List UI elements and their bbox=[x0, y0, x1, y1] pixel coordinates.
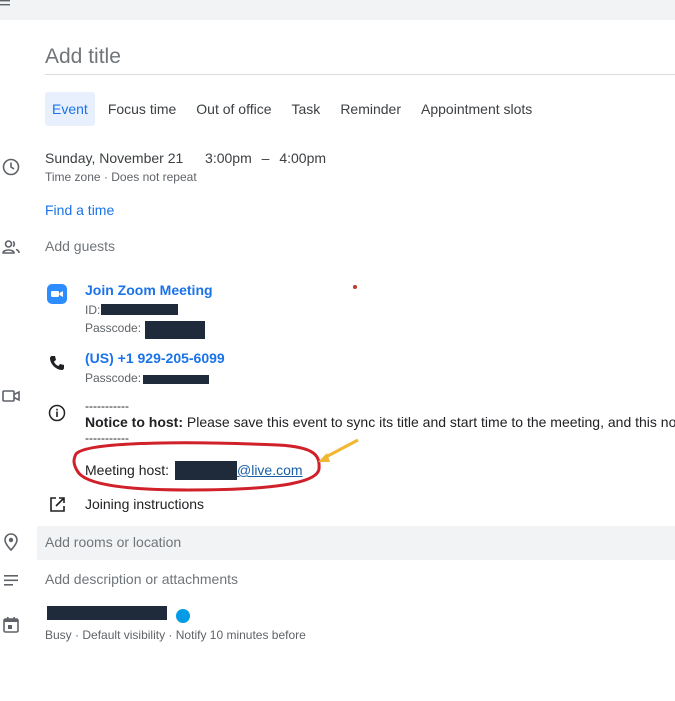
open-in-new-icon bbox=[50, 497, 65, 512]
event-date[interactable]: Sunday, November 21 bbox=[45, 150, 183, 166]
repeat-select[interactable]: Does not repeat bbox=[111, 170, 196, 184]
tab-task[interactable]: Task bbox=[285, 92, 328, 126]
event-end-time[interactable]: 4:00pm bbox=[279, 150, 326, 166]
host-notice: Notice to host: Please save this event t… bbox=[85, 414, 675, 430]
tab-reminder[interactable]: Reminder bbox=[333, 92, 408, 126]
people-icon bbox=[2, 240, 20, 254]
menu-icon[interactable] bbox=[0, 0, 10, 8]
busy-status[interactable]: Busy bbox=[45, 628, 72, 642]
location-pin-icon bbox=[4, 533, 18, 552]
tab-focus-time[interactable]: Focus time bbox=[101, 92, 183, 126]
zoom-icon bbox=[47, 284, 67, 304]
tab-appointment-slots[interactable]: Appointment slots bbox=[414, 92, 539, 126]
clock-icon bbox=[2, 158, 20, 176]
phone-passcode-label: Passcode: bbox=[85, 371, 142, 385]
calendar-icon bbox=[3, 617, 19, 633]
title-input[interactable]: Add title bbox=[45, 42, 675, 75]
red-circle-annotation bbox=[72, 438, 359, 492]
video-icon bbox=[2, 390, 20, 402]
video-camera-glyph bbox=[51, 291, 63, 297]
dial-in-phone-link[interactable]: (US) +1 929-205-6099 bbox=[85, 350, 225, 366]
date-time-row[interactable]: Sunday, November 21 3:00pm – 4:00pm bbox=[45, 150, 326, 166]
redacted-passcode bbox=[145, 321, 205, 339]
add-location-input[interactable]: Add rooms or location bbox=[45, 534, 181, 550]
phone-icon bbox=[50, 356, 64, 370]
info-icon bbox=[48, 404, 66, 422]
timezone-link[interactable]: Time zone bbox=[45, 170, 101, 184]
zoom-id-label: ID: bbox=[85, 303, 101, 317]
tab-out-of-office[interactable]: Out of office bbox=[189, 92, 278, 126]
event-start-time[interactable]: 3:00pm bbox=[205, 150, 252, 166]
yellow-arrow-shaft bbox=[323, 438, 359, 460]
find-a-time-button[interactable]: Find a time bbox=[45, 202, 114, 218]
top-bar bbox=[0, 0, 675, 20]
notes-icon bbox=[4, 575, 18, 586]
notification-setting[interactable]: Notify 10 minutes before bbox=[176, 628, 306, 642]
redacted-phone-passcode bbox=[143, 375, 209, 384]
event-type-tabs: Event Focus time Out of office Task Remi… bbox=[45, 92, 545, 126]
red-dot-marker bbox=[353, 285, 357, 289]
notice-text: Please save this event to sync its title… bbox=[186, 414, 675, 430]
redacted-meeting-id bbox=[101, 304, 178, 315]
add-guests-input[interactable]: Add guests bbox=[45, 238, 115, 254]
redacted-calendar-name[interactable] bbox=[47, 606, 167, 620]
calendar-color-dot[interactable] bbox=[176, 609, 190, 623]
calendar-settings-row: Busy · Default visibility · Notify 10 mi… bbox=[45, 628, 306, 642]
joining-instructions-link[interactable]: Joining instructions bbox=[85, 496, 204, 512]
zoom-passcode-label: Passcode: bbox=[85, 321, 142, 335]
time-separator: – bbox=[261, 150, 270, 166]
notice-heading: Notice to host: bbox=[85, 414, 183, 430]
dashes-top: ----------- bbox=[85, 399, 129, 413]
join-zoom-link[interactable]: Join Zoom Meeting bbox=[85, 282, 213, 298]
tab-event[interactable]: Event bbox=[45, 92, 95, 126]
visibility-setting[interactable]: Default visibility bbox=[82, 628, 165, 642]
dot-separator: · bbox=[168, 628, 176, 642]
add-description-input[interactable]: Add description or attachments bbox=[45, 571, 238, 587]
timezone-row: Time zone · Does not repeat bbox=[45, 170, 197, 184]
